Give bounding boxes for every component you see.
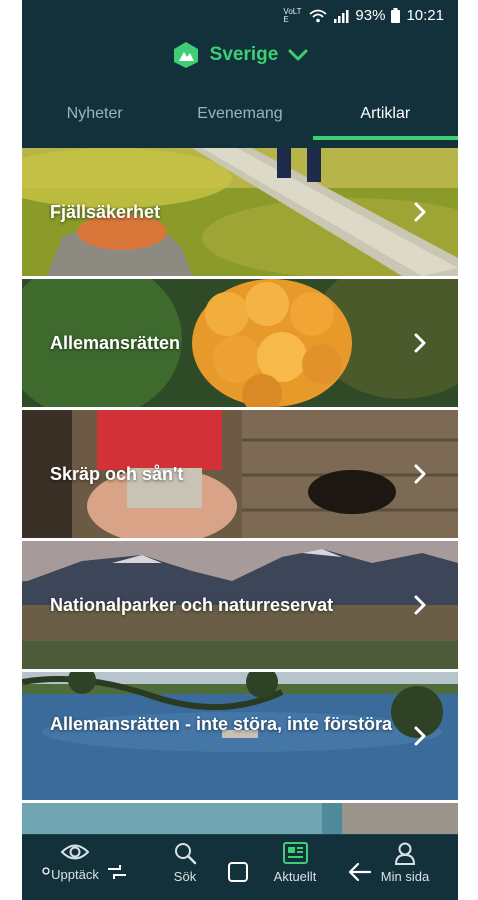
chevron-right-icon <box>414 202 426 222</box>
battery-percent: 93% <box>355 7 386 24</box>
tab-evenemang[interactable]: Evenemang <box>167 90 312 138</box>
nav-min-sida[interactable]: Min sida <box>368 841 442 897</box>
volte-indicator: VoLTE <box>283 6 302 24</box>
article-title: Allemansrätten <box>50 333 181 353</box>
tab-label: Evenemang <box>197 105 283 122</box>
signal-icon <box>334 9 349 23</box>
tab-label: Artiklar <box>360 105 411 122</box>
article-image <box>22 803 458 834</box>
back-arrow-icon[interactable] <box>348 862 372 882</box>
chevron-right-icon <box>414 726 426 746</box>
home-button-icon[interactable] <box>227 861 249 883</box>
article-card-allemansratten[interactable]: Allemansrätten <box>22 279 458 407</box>
nav-sok[interactable]: Sök <box>148 841 222 897</box>
search-icon <box>175 843 197 865</box>
article-card-inte-stora[interactable]: Allemansrätten - inte störa, inte förstö… <box>22 672 458 800</box>
nav-label: Upptäck <box>51 867 99 882</box>
chevron-right-icon <box>414 464 426 484</box>
article-title: Allemansrätten - inte störa, inte förstö… <box>50 714 393 734</box>
tab-nyheter[interactable]: Nyheter <box>22 90 167 138</box>
nav-label: Sök <box>173 869 197 884</box>
battery-icon <box>391 8 401 23</box>
chevron-down-icon <box>288 49 308 61</box>
article-image <box>22 672 458 800</box>
recent-apps-icon[interactable] <box>106 863 128 881</box>
article-card-fjallsakerhet[interactable]: Fjällsäkerhet <box>22 148 458 276</box>
article-card-partial[interactable] <box>22 803 458 834</box>
article-title: Skräp och sån't <box>50 464 184 484</box>
tab-label: Nyheter <box>66 105 123 122</box>
chevron-right-icon <box>414 333 426 353</box>
eye-icon <box>60 844 90 860</box>
region-selector[interactable]: Sverige <box>22 40 458 70</box>
app-screen: VoLTE 93% 10:21 Sverige Nyheter Eveneman… <box>22 0 458 900</box>
system-dot-icon <box>42 867 50 875</box>
chevron-right-icon <box>414 595 426 615</box>
app-header: Sverige Nyheter Evenemang Artiklar <box>22 32 458 148</box>
nav-aktuellt[interactable]: Aktuellt <box>258 841 332 897</box>
app-logo-icon <box>173 42 198 68</box>
bottom-navigation: Upptäck Sök Aktuellt Min sida <box>22 834 458 900</box>
wifi-icon <box>309 9 328 22</box>
clock: 10:21 <box>406 7 444 24</box>
article-title: Fjällsäkerhet <box>50 202 161 222</box>
article-title: Nationalparker och naturreservat <box>50 595 334 615</box>
tab-artiklar[interactable]: Artiklar <box>312 90 458 140</box>
status-bar: VoLTE 93% 10:21 <box>22 0 458 32</box>
region-name: Sverige <box>209 44 279 65</box>
article-list[interactable]: Fjällsäkerhet Allemansrätten Skräp och s… <box>22 148 458 834</box>
nav-label: Min sida <box>380 869 430 884</box>
tab-bar: Nyheter Evenemang Artiklar <box>22 90 458 140</box>
article-card-skrap[interactable]: Skräp och sån't <box>22 410 458 538</box>
article-card-nationalparker[interactable]: Nationalparker och naturreservat <box>22 541 458 669</box>
nav-label: Aktuellt <box>273 869 317 884</box>
user-icon <box>394 842 416 865</box>
newspaper-icon <box>283 842 308 864</box>
